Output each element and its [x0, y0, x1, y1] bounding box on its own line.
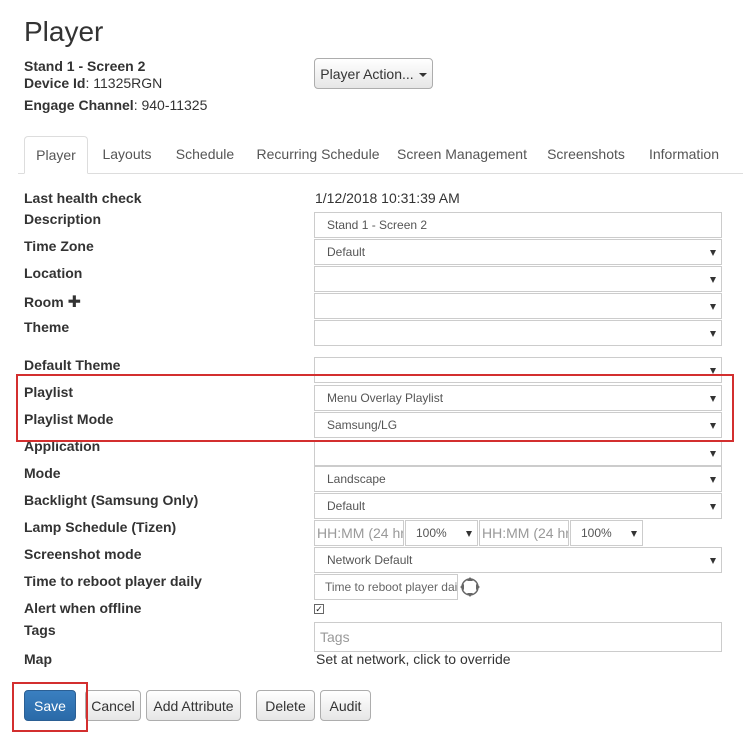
label-screenshot-mode: Screenshot mode	[24, 546, 142, 562]
label-mode: Mode	[24, 465, 61, 481]
player-action-dropdown[interactable]: Player Action...	[314, 58, 433, 89]
page-title: Player	[24, 16, 104, 47]
tab-player[interactable]: Player	[24, 136, 88, 174]
tags-input[interactable]: Tags	[314, 622, 722, 652]
highlight-save-box	[12, 682, 88, 732]
highlight-playlist-box	[16, 374, 734, 442]
engage-channel: Engage Channel: 940-11325	[24, 97, 208, 113]
label-tags: Tags	[24, 622, 56, 638]
label-room: Room ✚	[24, 294, 81, 311]
label-alert-offline: Alert when offline	[24, 600, 142, 616]
label-time-zone: Time Zone	[24, 238, 94, 254]
room-select[interactable]	[314, 293, 722, 319]
player-action-label: Player Action...	[320, 65, 414, 82]
plus-icon[interactable]: ✚	[68, 294, 81, 311]
device-name: Stand 1 - Screen 2	[24, 58, 146, 74]
alert-offline-checkbox[interactable]: ✓	[314, 604, 324, 614]
lamp-end-time-input[interactable]: HH:MM (24 hr)	[479, 520, 569, 546]
tab-layouts[interactable]: Layouts	[97, 136, 157, 174]
tab-screen-management[interactable]: Screen Management	[395, 136, 529, 174]
reboot-time-input[interactable]: Time to reboot player daily	[314, 574, 458, 600]
backlight-select[interactable]: Default	[314, 493, 722, 519]
screenshot-mode-select[interactable]: Network Default	[314, 547, 722, 573]
time-zone-select[interactable]: Default	[314, 239, 722, 265]
tab-screenshots[interactable]: Screenshots	[543, 136, 629, 174]
lamp-start-level-select[interactable]: 100%	[405, 520, 478, 546]
device-id: Device Id: 11325RGN	[24, 75, 163, 91]
last-health-check-value: 1/12/2018 10:31:39 AM	[315, 190, 460, 206]
delete-button[interactable]: Delete	[256, 690, 315, 721]
label-default-theme: Default Theme	[24, 357, 121, 373]
label-map: Map	[24, 651, 52, 667]
lamp-start-time-input[interactable]: HH:MM (24 hr)	[314, 520, 404, 546]
tab-recurring-schedule[interactable]: Recurring Schedule	[253, 136, 383, 174]
cancel-button[interactable]: Cancel	[85, 690, 141, 721]
move-icon[interactable]	[459, 576, 481, 598]
label-description: Description	[24, 211, 102, 227]
description-input[interactable]: Stand 1 - Screen 2	[314, 212, 722, 238]
label-lamp-schedule: Lamp Schedule (Tizen)	[24, 519, 177, 535]
mode-select[interactable]: Landscape	[314, 466, 722, 492]
label-theme: Theme	[24, 319, 70, 335]
audit-button[interactable]: Audit	[320, 690, 371, 721]
application-select[interactable]	[314, 440, 722, 466]
map-override-link[interactable]: Set at network, click to override	[316, 651, 511, 667]
label-last-health-check: Last health check	[24, 190, 142, 206]
tab-information[interactable]: Information	[643, 136, 725, 174]
label-reboot-time: Time to reboot player daily	[24, 573, 202, 589]
lamp-end-level-select[interactable]: 100%	[570, 520, 643, 546]
add-attribute-button[interactable]: Add Attribute	[146, 690, 241, 721]
label-location: Location	[24, 265, 83, 281]
caret-down-icon	[418, 72, 427, 77]
theme-select[interactable]	[314, 320, 722, 346]
tab-schedule[interactable]: Schedule	[169, 136, 241, 174]
location-select[interactable]	[314, 266, 722, 292]
label-backlight: Backlight (Samsung Only)	[24, 492, 199, 508]
